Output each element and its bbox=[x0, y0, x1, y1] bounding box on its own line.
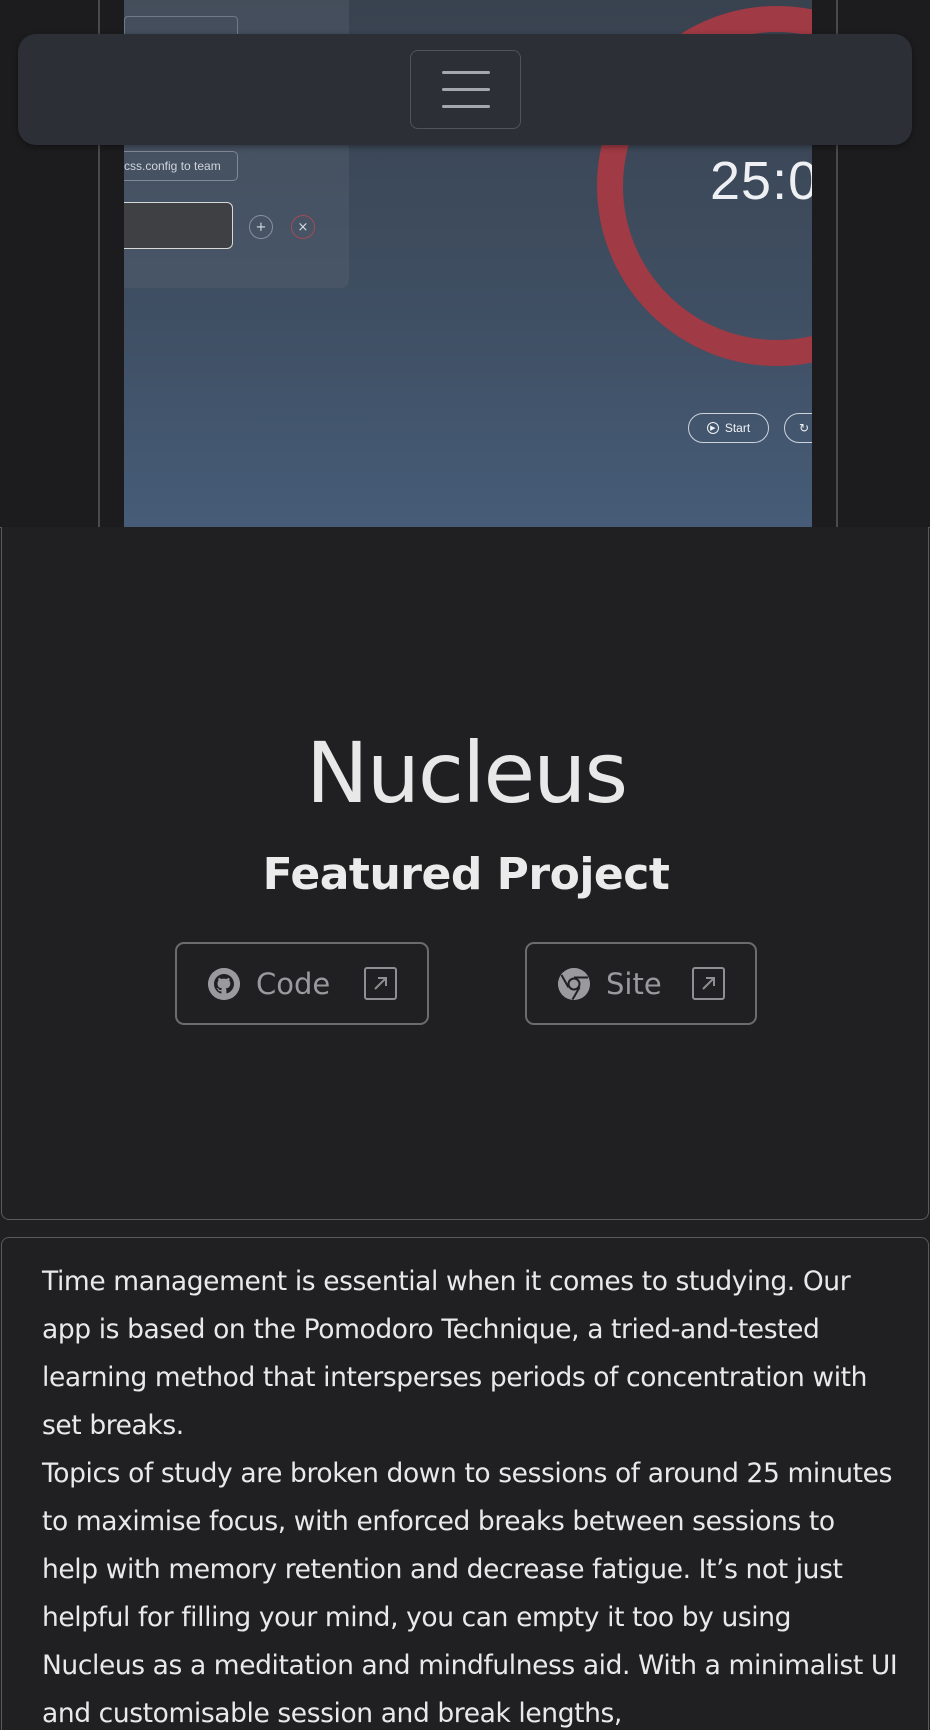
task-chip: css.config to team bbox=[124, 151, 238, 181]
github-icon bbox=[208, 967, 240, 1000]
plus-circle-icon: + bbox=[249, 215, 273, 239]
chrome-icon bbox=[558, 967, 590, 1000]
hamburger-menu-icon bbox=[442, 88, 490, 91]
hamburger-menu-button[interactable] bbox=[410, 50, 521, 129]
top-navbar bbox=[18, 34, 912, 145]
page: css.config to team + × 25:0 ▶ Start ↻ Nu… bbox=[0, 0, 930, 1730]
description-paragraph: Time management is essential when it com… bbox=[42, 1266, 868, 1441]
featured-project-card: Nucleus Featured Project Code Site bbox=[1, 527, 929, 1220]
site-link-button[interactable]: Site bbox=[525, 942, 757, 1025]
description-paragraph: Topics of study are broken down to sessi… bbox=[42, 1458, 898, 1729]
hamburger-menu-icon bbox=[442, 105, 490, 108]
reset-button: ↻ bbox=[784, 413, 812, 443]
task-chip-label: css.config to team bbox=[124, 159, 221, 173]
refresh-icon: ↻ bbox=[799, 421, 810, 435]
start-label: Start bbox=[724, 421, 751, 435]
hamburger-menu-icon bbox=[442, 71, 490, 74]
external-link-icon bbox=[364, 967, 397, 1000]
start-button: ▶ Start bbox=[688, 413, 769, 443]
code-link-button[interactable]: Code bbox=[175, 942, 429, 1025]
project-subtitle: Featured Project bbox=[262, 849, 670, 900]
project-title: Nucleus bbox=[305, 724, 628, 822]
task-input bbox=[124, 202, 233, 249]
site-link-label: Site bbox=[606, 966, 662, 1001]
timer-display: 25:0 bbox=[710, 151, 812, 211]
play-icon: ▶ bbox=[706, 422, 719, 434]
project-description: Time management is essential when it com… bbox=[1, 1237, 929, 1730]
code-link-label: Code bbox=[256, 966, 331, 1001]
x-circle-icon: × bbox=[291, 215, 315, 239]
external-link-icon bbox=[692, 967, 725, 1000]
